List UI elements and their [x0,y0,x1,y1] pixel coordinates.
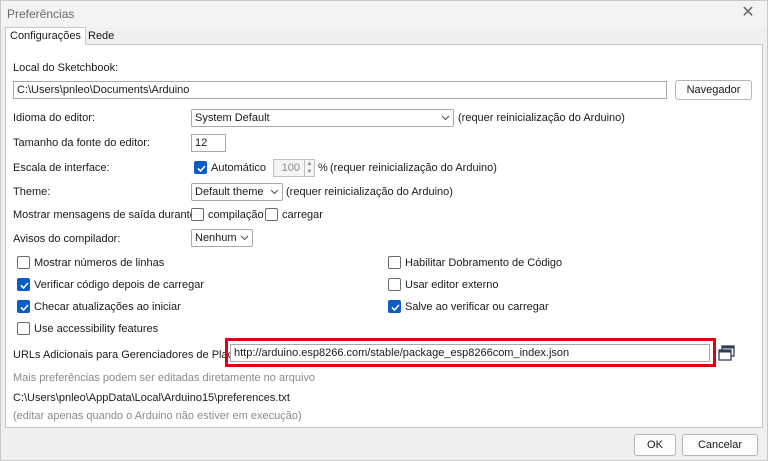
cancel-button[interactable]: Cancelar [682,434,758,456]
chevron-down-icon [240,235,249,241]
external-editor-checkbox[interactable] [388,278,401,291]
check-icon [20,304,29,312]
tab-settings[interactable]: Configurações [5,27,86,45]
interface-scale-label: Escala de interface: [13,162,110,174]
editor-language-select[interactable]: System Default [191,109,454,127]
compiler-warnings-select[interactable]: Nenhum [191,229,253,247]
check-icon [391,304,400,312]
editor-language-value: System Default [195,112,270,124]
interface-scale-note: (requer reinicialização do Arduino) [330,162,497,174]
check-updates-checkbox[interactable] [17,300,30,313]
open-url-list-button[interactable] [717,343,737,363]
verbose-upload-label: carregar [282,209,323,221]
browse-button[interactable]: Navegador [675,80,752,100]
editor-language-note: (requer reinicialização do Arduino) [458,112,625,124]
show-line-numbers-checkbox[interactable] [17,256,30,269]
theme-note: (requer reinicialização do Arduino) [286,186,453,198]
more-prefs-note: Mais preferências podem ser editadas dir… [13,372,316,384]
preferences-dialog: Preferências ✕ Configurações Rede Local … [0,0,768,461]
save-on-verify-checkbox[interactable] [388,300,401,313]
font-size-input[interactable]: 12 [191,134,226,152]
accessibility-label: Use accessibility features [34,323,159,335]
scale-percent-unit: % [318,162,328,174]
check-icon [20,282,29,290]
scale-percent-spinner[interactable]: 100 ▲ ▼ [273,159,315,177]
sketchbook-path-input[interactable]: C:\Users\pnleo\Documents\Arduino [13,81,667,99]
settings-panel: Local do Sketchbook: C:\Users\pnleo\Docu… [5,44,763,428]
code-folding-checkbox[interactable] [388,256,401,269]
spinner-arrows-icon[interactable]: ▲ ▼ [304,160,314,176]
chevron-down-icon [270,189,279,195]
close-icon[interactable]: ✕ [739,4,757,22]
verbose-output-label: Mostrar mensagens de saída durante: [13,209,199,221]
theme-value: Default theme [195,186,264,198]
verbose-compile-label: compilação [208,209,264,221]
editor-language-label: Idioma do editor: [13,112,95,124]
save-on-verify-label: Salve ao verificar ou carregar [405,301,549,313]
compiler-warnings-label: Avisos do compilador: [13,233,121,245]
prefs-file-path[interactable]: C:\Users\pnleo\AppData\Local\Arduino15\p… [13,391,290,405]
theme-label: Theme: [13,186,51,198]
auto-scale-checkbox[interactable] [194,161,207,174]
accessibility-checkbox[interactable] [17,322,30,335]
title-bar: Preferências ✕ [1,1,767,27]
auto-scale-label: Automático [211,162,267,174]
board-urls-input[interactable]: http://arduino.esp8266.com/stable/packag… [230,344,710,362]
tab-network[interactable]: Rede [83,27,119,45]
board-urls-label: URLs Adicionais para Gerenciadores de Pl… [13,349,248,361]
sketchbook-label: Local do Sketchbook: [13,62,119,74]
verbose-compile-checkbox[interactable] [191,208,204,221]
chevron-down-icon [441,115,450,121]
check-icon [197,165,206,173]
verify-after-upload-checkbox[interactable] [17,278,30,291]
ok-button[interactable]: OK [634,434,676,456]
code-folding-label: Habilitar Dobramento de Código [405,257,563,269]
compiler-warnings-value: Nenhum [195,232,237,244]
font-size-label: Tamanho da fonte do editor: [13,137,150,149]
window-title: Preferências [7,7,75,21]
window-list-icon [718,345,735,361]
edit-hint-note: (editar apenas quando o Arduino não esti… [13,410,302,422]
check-updates-label: Checar atualizações ao iniciar [34,301,181,313]
scale-percent-value: 100 [281,162,300,174]
theme-select[interactable]: Default theme [191,183,283,201]
verify-after-upload-label: Verificar código depois de carregar [34,279,204,291]
show-line-numbers-label: Mostrar números de linhas [34,257,165,269]
external-editor-label: Usar editor externo [405,279,499,291]
verbose-upload-checkbox[interactable] [265,208,278,221]
